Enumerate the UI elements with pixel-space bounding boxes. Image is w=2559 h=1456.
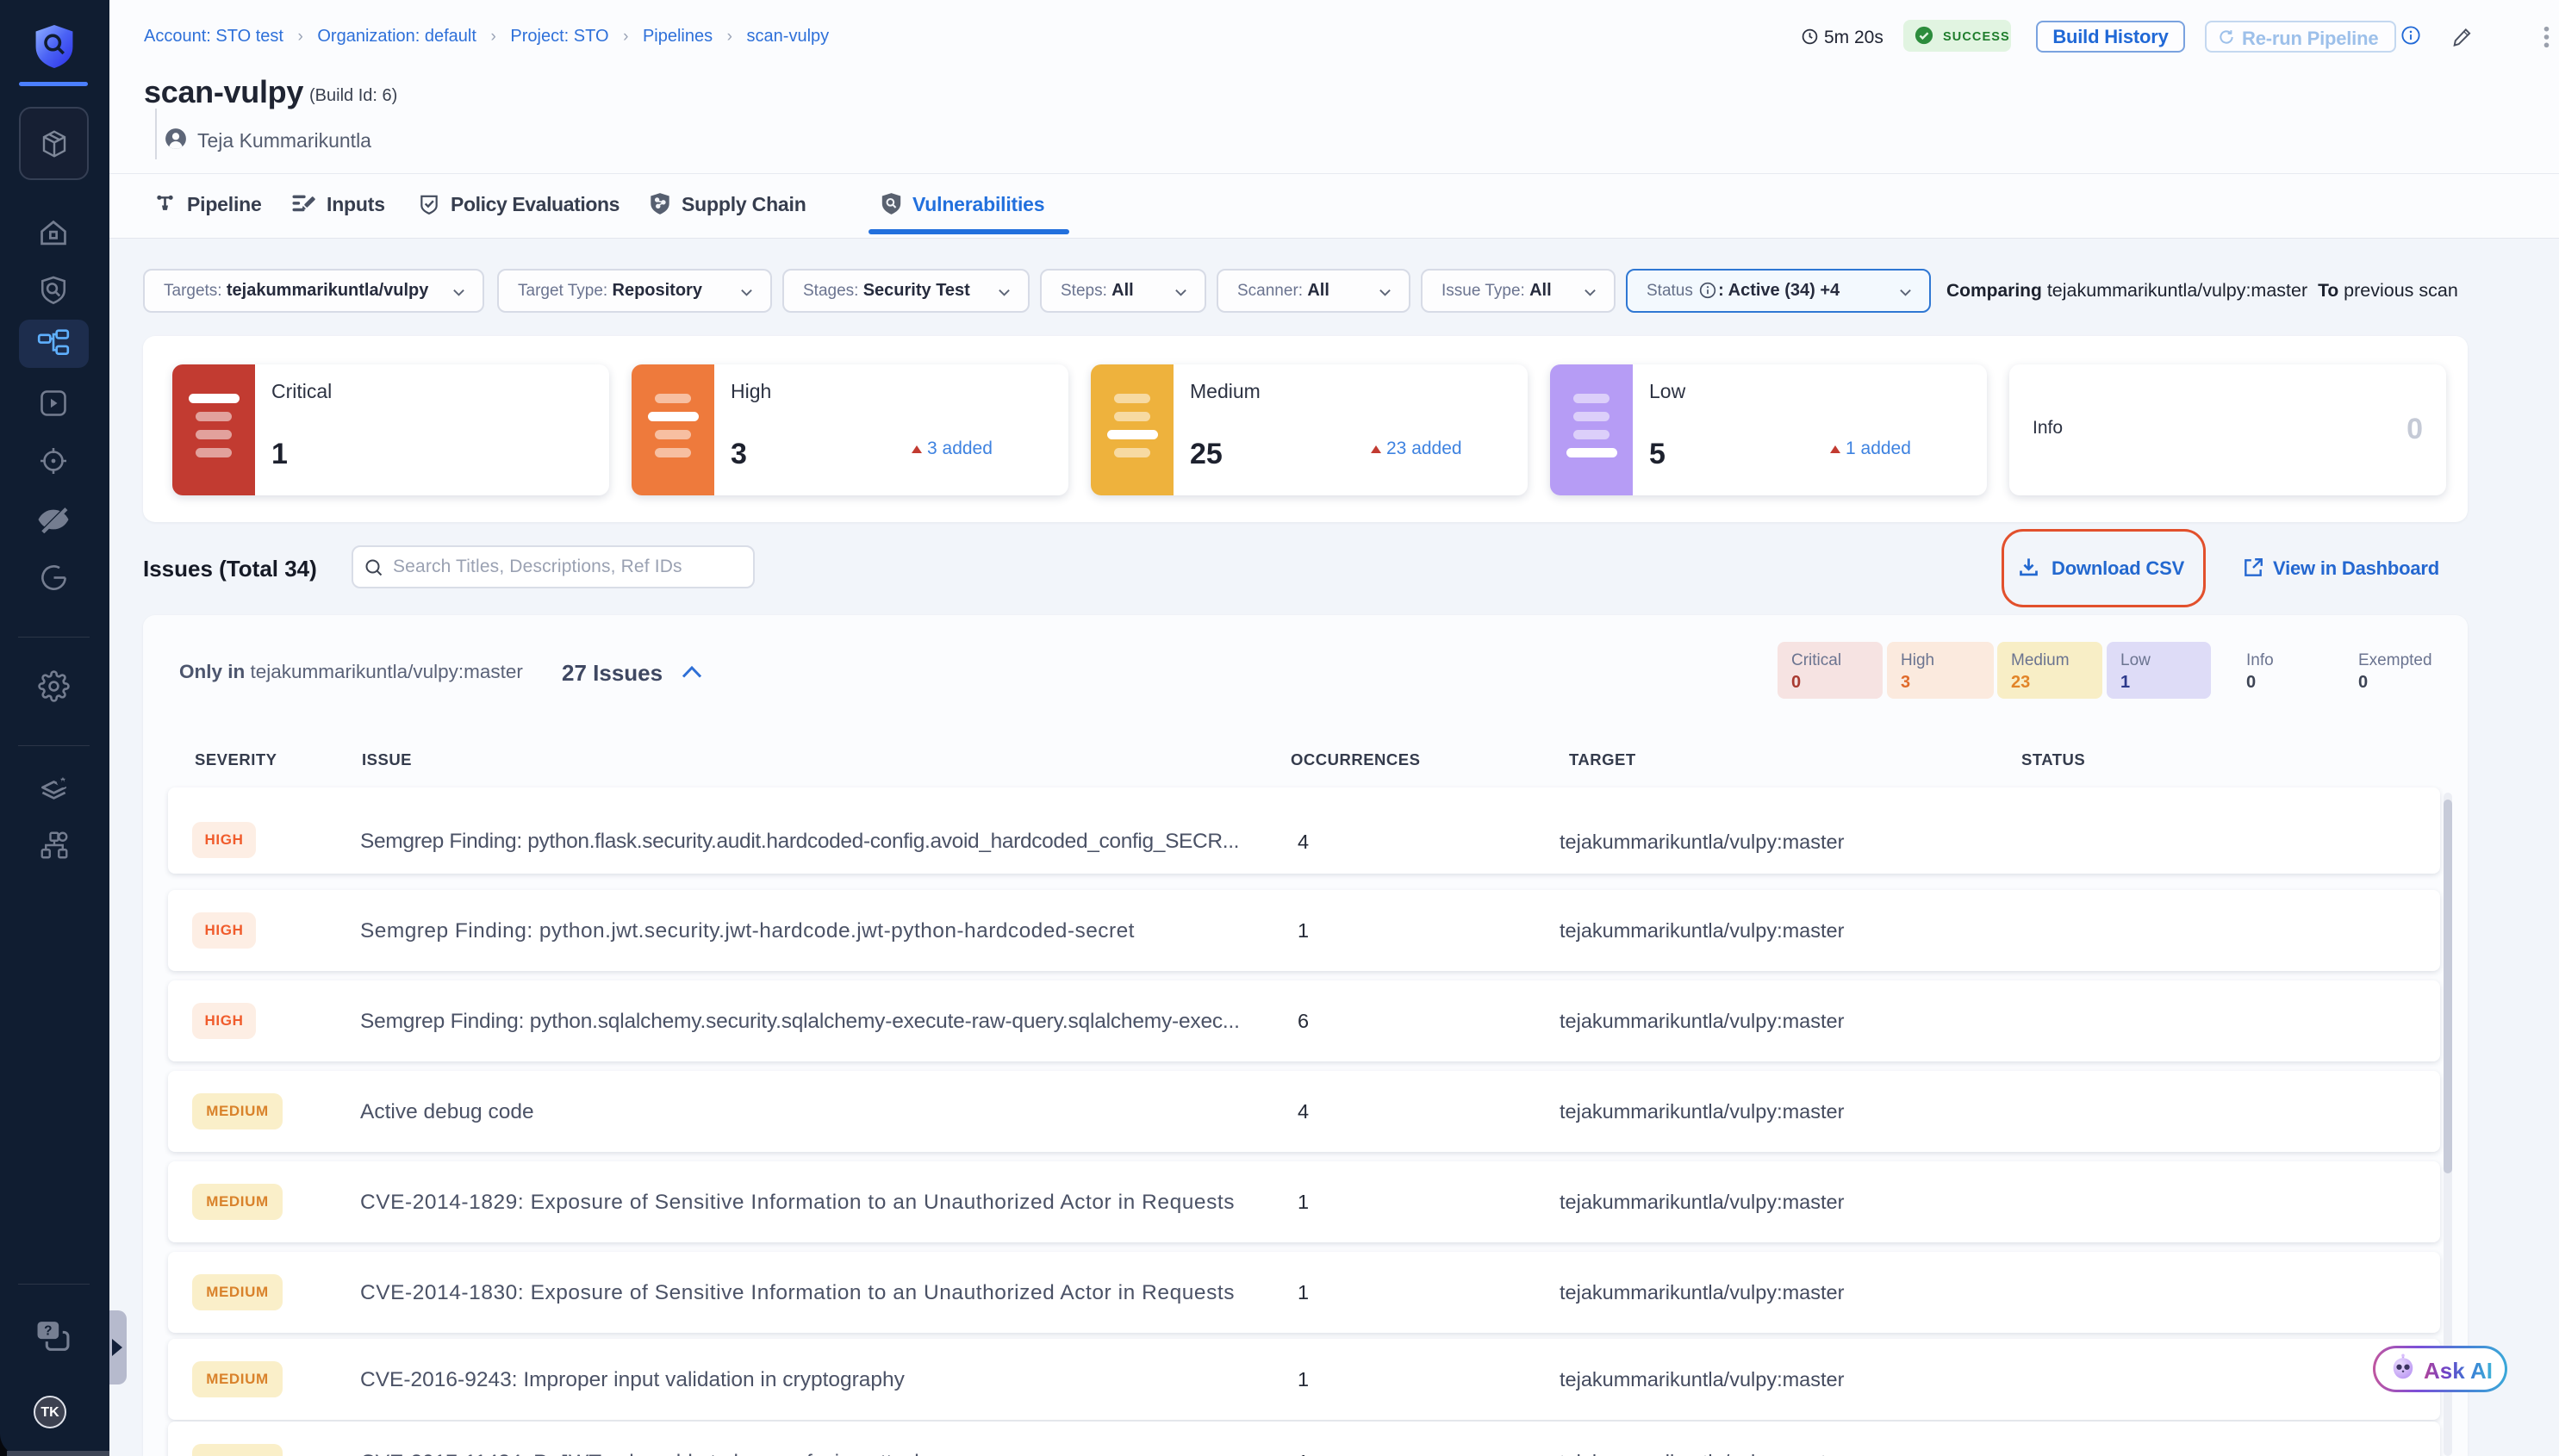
svg-text:?: ?	[44, 1323, 52, 1338]
